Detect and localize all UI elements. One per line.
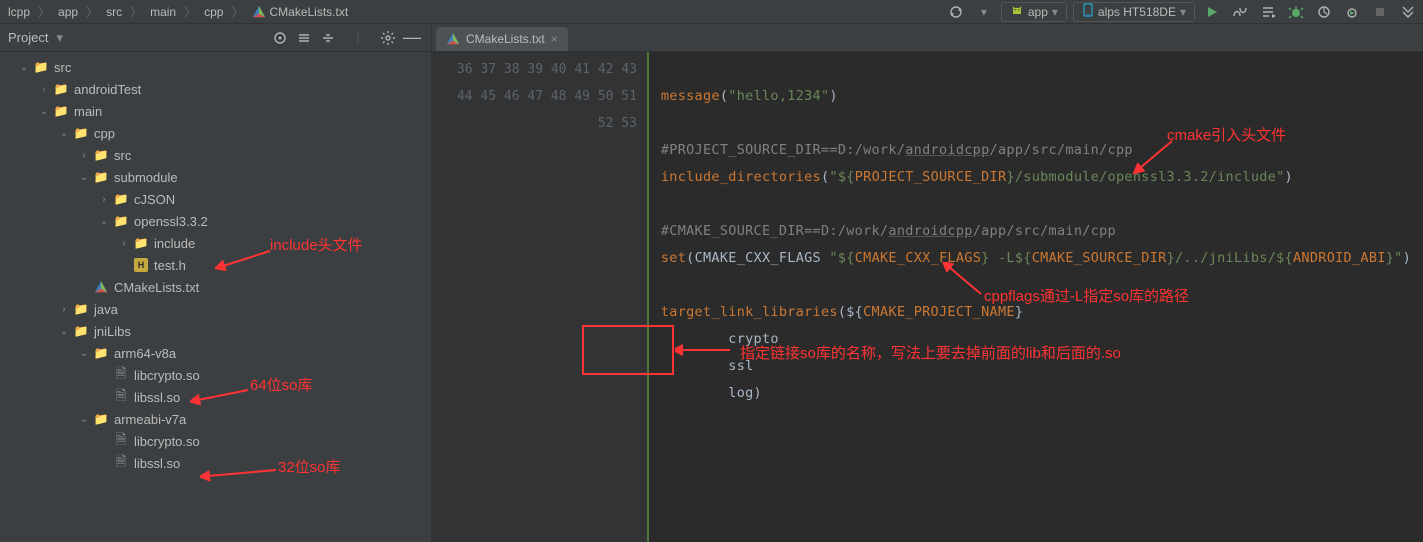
cmake-icon (252, 5, 266, 19)
chevron-right-icon: 〉 (130, 3, 142, 20)
run-icon[interactable] (1201, 1, 1223, 23)
chevron-down-icon: ▾ (56, 30, 63, 46)
tree-folder-arm64[interactable]: ⌄📁arm64-v8a (0, 342, 431, 364)
tree-folder-androidtest[interactable]: ›📁androidTest (0, 78, 431, 100)
top-navigation-bar: lcpp 〉 app 〉 src 〉 main 〉 cpp 〉 CMakeLis… (0, 0, 1423, 24)
tab-label: CMakeLists.txt (466, 32, 545, 46)
tree-folder-cpp[interactable]: ⌄📁cpp (0, 122, 431, 144)
run-config-device[interactable]: alps HT518DE ▾ (1073, 2, 1195, 22)
tree-file-libssl2[interactable]: 🗎libssl.so (0, 452, 431, 474)
h-file-icon: H (134, 258, 148, 272)
tree-folder-java[interactable]: ›📁java (0, 298, 431, 320)
tree-folder-jnilibs[interactable]: ⌄📁jniLibs (0, 320, 431, 342)
hide-icon[interactable]: — (401, 27, 423, 49)
chevron-right-icon: 〉 (38, 3, 50, 20)
project-title[interactable]: Project ▾ (8, 30, 269, 46)
more-icon[interactable] (1397, 1, 1419, 23)
editor-tab-cmakelists[interactable]: CMakeLists.txt × (436, 27, 568, 51)
project-tree[interactable]: ⌄📁src ›📁androidTest ⌄📁main ⌄📁cpp ›📁src ⌄… (0, 52, 431, 542)
breadcrumb-item[interactable]: lcpp (4, 5, 34, 19)
tree-folder-main[interactable]: ⌄📁main (0, 100, 431, 122)
select-opened-file-icon[interactable] (269, 27, 291, 49)
line-numbers: 36 37 38 39 40 41 42 43 44 45 46 47 48 4… (437, 52, 647, 542)
editor-tabs: CMakeLists.txt × (432, 24, 1423, 52)
tree-file-libssl[interactable]: 🗎libssl.so (0, 386, 431, 408)
breadcrumb-item[interactable]: CMakeLists.txt (248, 5, 353, 19)
chevron-down-icon: ▾ (1052, 5, 1058, 19)
breadcrumb-item[interactable]: app (54, 5, 82, 19)
breadcrumb-item[interactable]: main (146, 5, 180, 19)
binary-file-icon: 🗎 (112, 451, 130, 475)
debug-icon[interactable] (1285, 1, 1307, 23)
close-icon[interactable]: × (551, 32, 558, 46)
expand-all-icon[interactable] (293, 27, 315, 49)
apply-changes-icon[interactable] (1229, 1, 1251, 23)
tree-file-test-h[interactable]: Htest.h (0, 254, 431, 276)
tree-folder-armeabi[interactable]: ⌄📁armeabi-v7a (0, 408, 431, 430)
chevron-right-icon: 〉 (86, 3, 98, 20)
editor-content[interactable]: 36 37 38 39 40 41 42 43 44 45 46 47 48 4… (432, 52, 1423, 542)
chevron-right-icon: 〉 (184, 3, 196, 20)
tree-folder-cjson[interactable]: ›📁cJSON (0, 188, 431, 210)
cmake-icon (94, 280, 108, 294)
binary-file-icon: 🗎 (112, 429, 130, 453)
toolbar-right: ▾ app ▾ alps HT518DE ▾ (945, 1, 1419, 23)
tree-file-libcrypto2[interactable]: 🗎libcrypto.so (0, 430, 431, 452)
tree-folder-include[interactable]: ›📁include (0, 232, 431, 254)
run-config-module[interactable]: app ▾ (1001, 2, 1067, 22)
binary-file-icon: 🗎 (112, 385, 130, 409)
chevron-down-icon[interactable]: ▾ (973, 1, 995, 23)
divider: | (347, 27, 369, 49)
tree-folder-openssl[interactable]: ⌄📁openssl3.3.2 (0, 210, 431, 232)
profile-icon[interactable] (1313, 1, 1335, 23)
sync-icon[interactable] (945, 1, 967, 23)
breadcrumb-item[interactable]: src (102, 5, 126, 19)
breadcrumb: lcpp 〉 app 〉 src 〉 main 〉 cpp 〉 CMakeLis… (4, 3, 945, 20)
apply-code-icon[interactable] (1257, 1, 1279, 23)
binary-file-icon: 🗎 (112, 363, 130, 387)
tree-file-cmakelists[interactable]: CMakeLists.txt (0, 276, 431, 298)
config-label: app (1028, 5, 1048, 19)
code-area[interactable]: message("hello,1234") #PROJECT_SOURCE_DI… (649, 52, 1423, 542)
project-panel: Project ▾ | — ⌄📁src ›📁androidTest ⌄📁main… (0, 24, 432, 542)
tree-folder-src[interactable]: ⌄📁src (0, 56, 431, 78)
tree-folder-src2[interactable]: ›📁src (0, 144, 431, 166)
project-panel-header: Project ▾ | — (0, 24, 431, 52)
device-icon (1082, 3, 1094, 20)
tree-file-libcrypto[interactable]: 🗎libcrypto.so (0, 364, 431, 386)
breadcrumb-item[interactable]: cpp (200, 5, 227, 19)
chevron-right-icon: 〉 (231, 3, 243, 20)
tree-folder-submodule[interactable]: ⌄📁submodule (0, 166, 431, 188)
chevron-down-icon: ▾ (1180, 5, 1186, 19)
stop-icon[interactable] (1369, 1, 1391, 23)
cmake-icon (446, 32, 460, 46)
editor-area: CMakeLists.txt × 36 37 38 39 40 41 42 43… (432, 24, 1423, 542)
android-icon (1010, 3, 1024, 20)
settings-icon[interactable] (377, 27, 399, 49)
collapse-all-icon[interactable] (317, 27, 339, 49)
device-label: alps HT518DE (1098, 5, 1176, 19)
attach-debugger-icon[interactable] (1341, 1, 1363, 23)
